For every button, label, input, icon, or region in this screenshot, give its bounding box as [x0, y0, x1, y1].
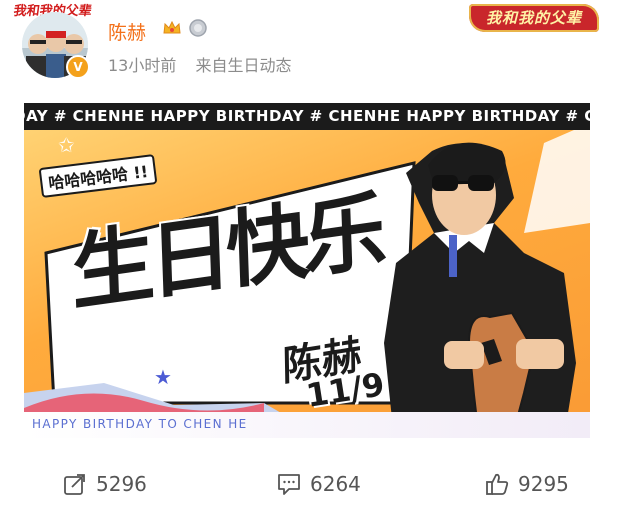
- share-icon: [64, 474, 85, 495]
- action-bar: 5296 6264 9295: [0, 462, 641, 506]
- thumbs-up-icon: [486, 473, 509, 495]
- star-icon: ✩: [58, 133, 75, 157]
- post-meta: 13小时前 来自生日动态: [108, 52, 291, 76]
- banner-footer-text: HAPPY BIRTHDAY TO CHEN HE: [32, 417, 248, 431]
- movie-badge[interactable]: 我和我的父辈: [469, 4, 599, 32]
- verified-badge: V: [66, 55, 90, 79]
- like-button[interactable]: 9295: [484, 462, 569, 506]
- crown-badge-icon[interactable]: [162, 18, 182, 38]
- share-count: 5296: [96, 472, 147, 496]
- post-time: 13小时前: [108, 56, 177, 75]
- comment-count: 6264: [310, 472, 361, 496]
- banner-ticker-text: RTHDAY # CHENHE HAPPY BIRTHDAY # CHENHE …: [24, 107, 590, 125]
- banner-footer-strip: HAPPY BIRTHDAY TO CHEN HE: [24, 412, 590, 438]
- share-button[interactable]: 5296: [62, 462, 147, 506]
- post-source[interactable]: 来自生日动态: [195, 56, 291, 75]
- movie-badge-label: 我和我的父辈: [485, 9, 582, 27]
- like-count: 9295: [518, 472, 569, 496]
- silver-medal-icon[interactable]: [188, 18, 208, 38]
- username[interactable]: 陈赫: [108, 18, 146, 45]
- comment-icon: [278, 474, 300, 495]
- birthday-banner-image[interactable]: RTHDAY # CHENHE HAPPY BIRTHDAY # CHENHE …: [24, 103, 590, 438]
- star-icon: ★: [154, 365, 172, 389]
- comment-button[interactable]: 6264: [276, 462, 361, 506]
- banner-ticker: RTHDAY # CHENHE HAPPY BIRTHDAY # CHENHE …: [24, 103, 590, 130]
